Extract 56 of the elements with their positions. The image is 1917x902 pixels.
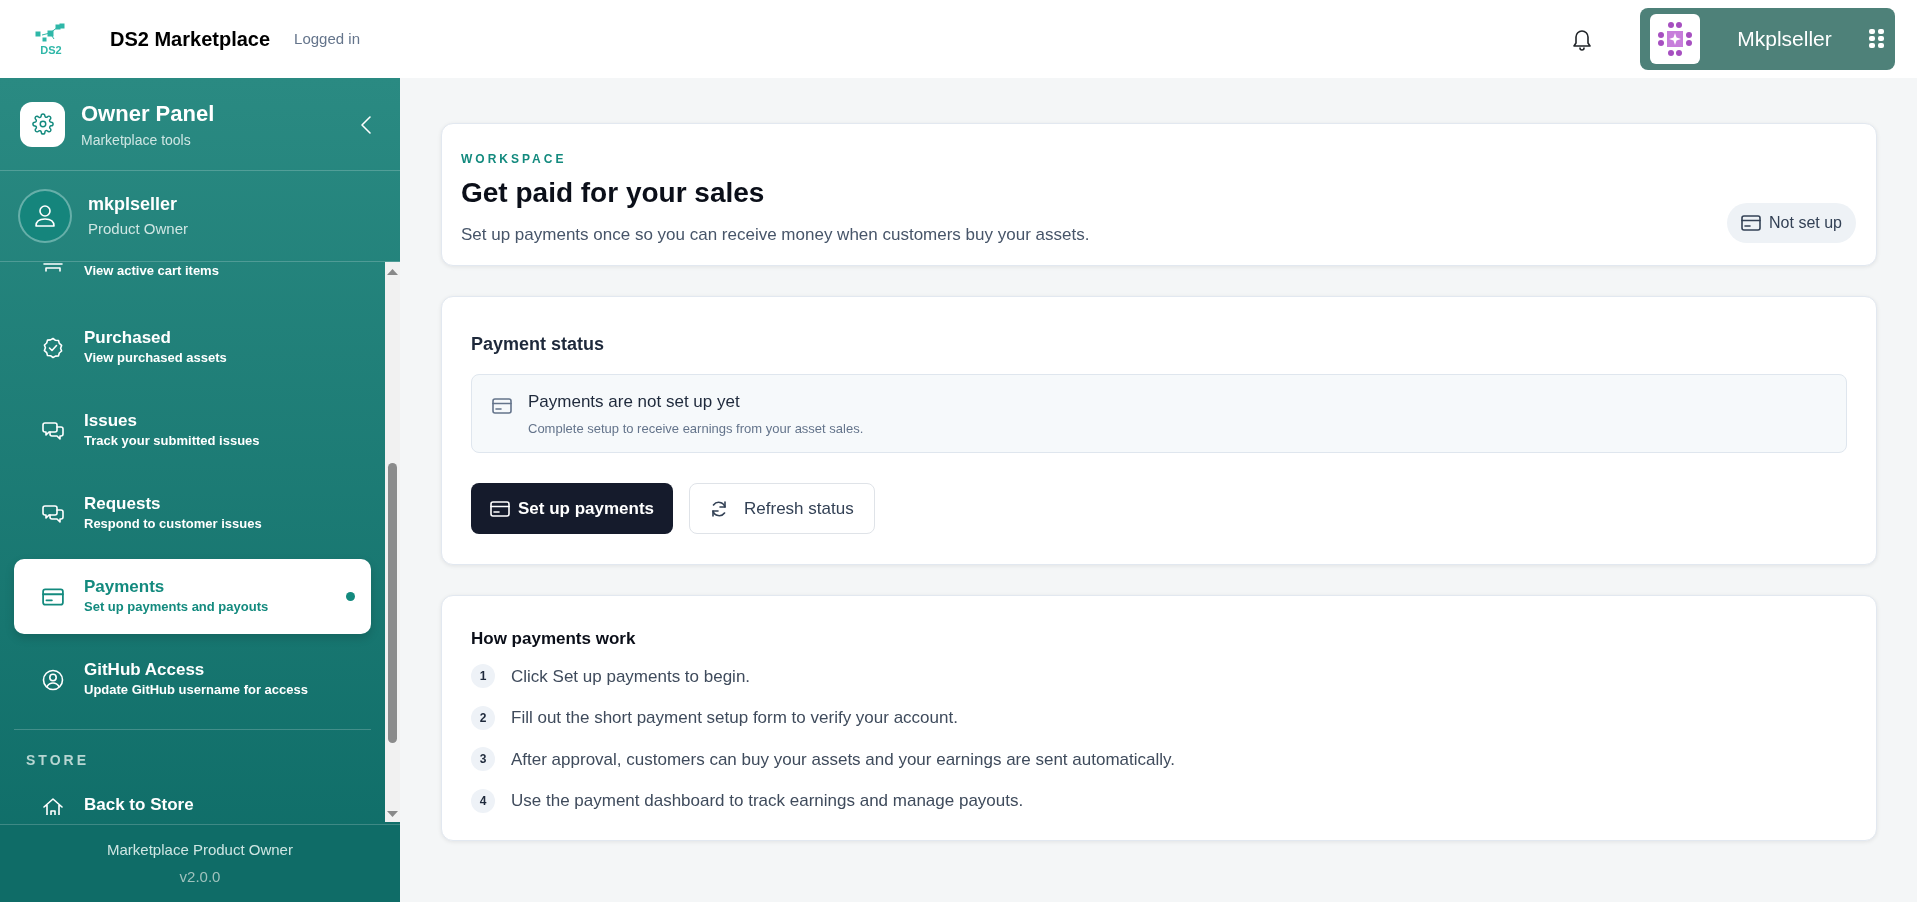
credit-card-icon bbox=[42, 587, 64, 606]
user-menu-button[interactable]: Mkplseller bbox=[1640, 8, 1895, 70]
step-text: Fill out the short payment setup form to verify your account. bbox=[511, 707, 958, 729]
sidebar-nav-item[interactable]: Issues Track your submitted issues bbox=[14, 393, 371, 468]
sidebar-nav-item[interactable]: Payments Set up payments and payouts bbox=[14, 559, 371, 634]
brand-name: DS2 Marketplace bbox=[110, 27, 271, 52]
sidebar-nav-item[interactable]: Back to Store bbox=[14, 775, 371, 815]
alert-text: Complete setup to receive earnings from your asset sales. bbox=[528, 419, 864, 438]
step-number: 4 bbox=[471, 788, 495, 813]
sidebar-nav-item[interactable]: View active cart items bbox=[14, 262, 371, 288]
alert-title: Payments are not set up yet bbox=[528, 391, 741, 413]
step-number: 1 bbox=[471, 664, 495, 689]
section-title: How payments work bbox=[471, 628, 637, 650]
version-label: v2.0.0 bbox=[179, 866, 221, 887]
section-label: STORE bbox=[25, 751, 90, 770]
step-number: 2 bbox=[471, 705, 495, 730]
chat-bubbles-icon bbox=[42, 503, 64, 524]
page-title: Get paid for your sales bbox=[461, 175, 766, 210]
scroll-up-arrow-icon[interactable] bbox=[387, 268, 398, 276]
chat-bubbles-icon bbox=[42, 420, 64, 441]
credit-card-icon bbox=[1741, 215, 1762, 231]
scrollbar[interactable] bbox=[385, 262, 400, 822]
home-icon bbox=[42, 797, 64, 815]
sidebar-nav-item[interactable]: Requests Respond to customer issues bbox=[14, 476, 371, 551]
step-text: Click Set up payments to begin. bbox=[511, 665, 751, 688]
credit-card-icon bbox=[492, 397, 512, 414]
check-badge-icon bbox=[42, 336, 64, 359]
user-role: Product Owner bbox=[88, 219, 189, 240]
user-icon bbox=[34, 204, 56, 228]
login-status: Logged in bbox=[294, 28, 360, 49]
user-circle-icon bbox=[42, 668, 64, 691]
eyebrow-label: WORKSPACE bbox=[461, 150, 568, 168]
active-indicator-dot bbox=[346, 592, 355, 601]
refresh-icon bbox=[710, 499, 729, 518]
scroll-down-arrow-icon[interactable] bbox=[387, 810, 398, 818]
logo-text: DS2 bbox=[40, 44, 62, 56]
page-description: Set up payments once so you can receive money when customers buy your assets. bbox=[461, 223, 1090, 246]
sidebar-nav-item[interactable]: GitHub Access Update GitHub username for access bbox=[14, 642, 371, 717]
setup-payments-button[interactable]: Set up payments bbox=[471, 483, 674, 534]
scrollbar-thumb[interactable] bbox=[388, 463, 397, 743]
grid-menu-icon bbox=[1869, 29, 1885, 49]
step-number: 3 bbox=[471, 747, 495, 772]
credit-card-icon bbox=[490, 500, 510, 517]
user-avatar-icon bbox=[1655, 19, 1695, 59]
status-badge: Not set up bbox=[1727, 203, 1856, 243]
user-name: mkplseller bbox=[88, 193, 179, 217]
logo-icon bbox=[34, 22, 68, 45]
footer-title: Marketplace Product Owner bbox=[107, 840, 293, 860]
sidebar-nav-item[interactable]: Purchased View purchased assets bbox=[14, 310, 371, 385]
panel-subtitle: Marketplace tools bbox=[81, 131, 192, 150]
settings-icon bbox=[31, 113, 54, 135]
refresh-status-button[interactable]: Refresh status bbox=[689, 483, 875, 534]
step-text: After approval, customers can buy your assets and your earnings are sent automatically. bbox=[511, 748, 1175, 771]
step-text: Use the payment dashboard to track earnings and manage payouts. bbox=[511, 790, 1024, 812]
section-title: Payment status bbox=[471, 333, 606, 356]
panel-title: Owner Panel bbox=[81, 100, 215, 128]
